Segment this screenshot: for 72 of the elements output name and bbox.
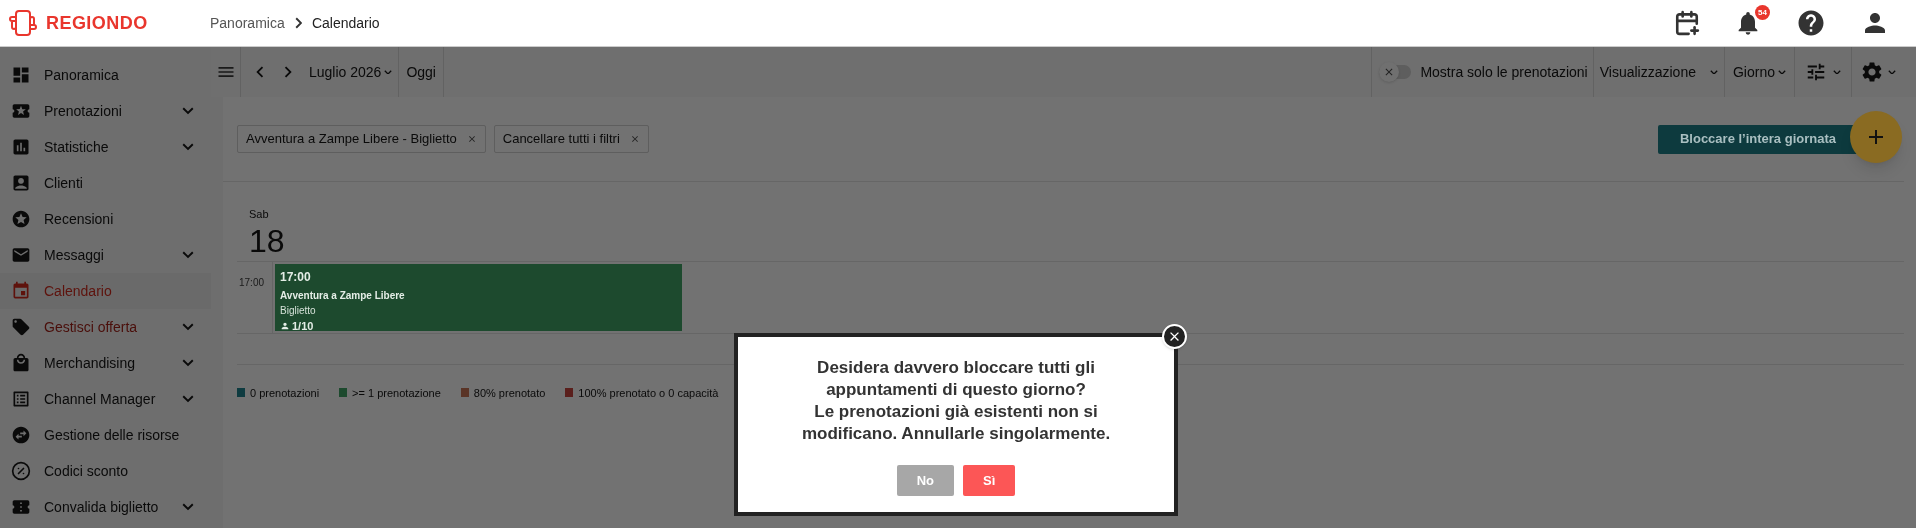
chevron-down-icon [182, 323, 194, 331]
close-icon [629, 134, 640, 144]
brand-name: REGIONDO [46, 11, 148, 35]
sidebar-item[interactable]: Gestisci offerta [0, 309, 211, 345]
chevron-right-icon [294, 17, 302, 29]
list-icon [11, 389, 31, 409]
filter-chip[interactable]: Avventura a Zampe Libere - Biglietto [237, 125, 486, 153]
chevron-down-icon [384, 69, 393, 75]
chevron-down-icon [182, 107, 194, 115]
dialog-message: Desidera davvero bloccare tutti gli appuntamenti di questo giorno? Le prenotazioni già esistenti non si modificano. Annullarle singolarmente. [800, 357, 1112, 445]
cancel-button[interactable]: No [896, 465, 954, 496]
sidebar-item[interactable]: Messaggi [0, 237, 211, 273]
logo-icon [8, 8, 38, 38]
add-button[interactable] [1850, 111, 1902, 163]
calendar-plus-icon[interactable] [1674, 10, 1700, 36]
legend-label: 100% prenotato o 0 capacità [578, 385, 719, 401]
sidebar-item[interactable]: Calendario [0, 273, 211, 309]
sidebar-item[interactable]: Convalida biglietto [0, 489, 211, 525]
person-icon [280, 320, 290, 331]
confirm-button[interactable]: Sì [963, 465, 1016, 496]
help-icon[interactable] [1796, 8, 1826, 38]
chevron-down-icon [182, 251, 194, 259]
close-icon [466, 134, 477, 144]
chevron-down-icon [182, 359, 194, 367]
notification-badge: 54 [1755, 5, 1770, 20]
sidebar-item[interactable]: Panoramica [0, 57, 211, 93]
ticket-icon [11, 497, 31, 517]
sidebar-item[interactable]: Codici sconto [0, 453, 211, 489]
contact-card-icon [11, 173, 31, 193]
legend-label: 0 prenotazioni [250, 385, 320, 401]
sidebar-item[interactable]: Gestione delle risorse [0, 417, 211, 453]
sidebar-item[interactable]: Channel Manager [0, 381, 211, 417]
shopping-bag-icon [11, 353, 31, 373]
sidebar-item[interactable]: Prenotazioni [0, 93, 211, 129]
chevron-down-icon [182, 143, 194, 151]
breadcrumb-item: Calendario [311, 13, 380, 33]
legend-label: >= 1 prenotazione [352, 385, 441, 401]
envelope-icon [11, 245, 31, 265]
toggle-label: Mostra solo le prenotazioni [1420, 62, 1588, 82]
sidebar-item[interactable]: Merchandising [0, 345, 211, 381]
breadcrumb-item[interactable]: Panoramica [210, 12, 285, 34]
chevron-down-icon [1709, 69, 1718, 75]
event-subtitle: Biglietto [280, 303, 316, 318]
gear-icon [1860, 60, 1884, 84]
event-capacity: 1/10 [292, 318, 314, 334]
sidebar-item[interactable]: Statistiche [0, 129, 211, 165]
calendar-icon [11, 281, 31, 301]
bar-chart-icon [11, 137, 31, 157]
ticket-star-icon [11, 101, 31, 121]
event-title: Avventura a Zampe Libere [280, 288, 405, 303]
chevron-down-icon [182, 395, 194, 403]
weekday-label: Sab [249, 207, 269, 222]
block-day-button[interactable]: Bloccare l’intera giornata [1657, 124, 1858, 154]
chevron-down-icon [182, 503, 194, 511]
time-label: 17:00 [239, 276, 265, 288]
tag-icon [11, 317, 31, 337]
event-time: 17:00 [280, 268, 311, 286]
dashboard-icon [11, 65, 31, 85]
chevron-down-icon [1833, 69, 1841, 75]
sliders-icon [1805, 61, 1827, 83]
legend-label: 80% prenotato [473, 385, 546, 401]
filter-chip[interactable]: Cancellare tutti i filtri [493, 125, 649, 153]
sidebar-item[interactable]: Clienti [0, 165, 211, 201]
sidebar-item[interactable]: Recensioni [0, 201, 211, 237]
chevron-down-icon [1888, 69, 1896, 75]
swap-arrows-icon [11, 425, 31, 445]
month-dropdown[interactable]: Luglio 2026 [309, 61, 393, 83]
day-number: 18 [249, 222, 285, 259]
percent-icon [11, 461, 31, 481]
chevron-down-icon [1778, 69, 1786, 75]
toggle-switch[interactable] [1379, 62, 1412, 82]
event-block[interactable]: 17:00 Avventura a Zampe Libere Biglietto 1/10 [275, 263, 682, 331]
